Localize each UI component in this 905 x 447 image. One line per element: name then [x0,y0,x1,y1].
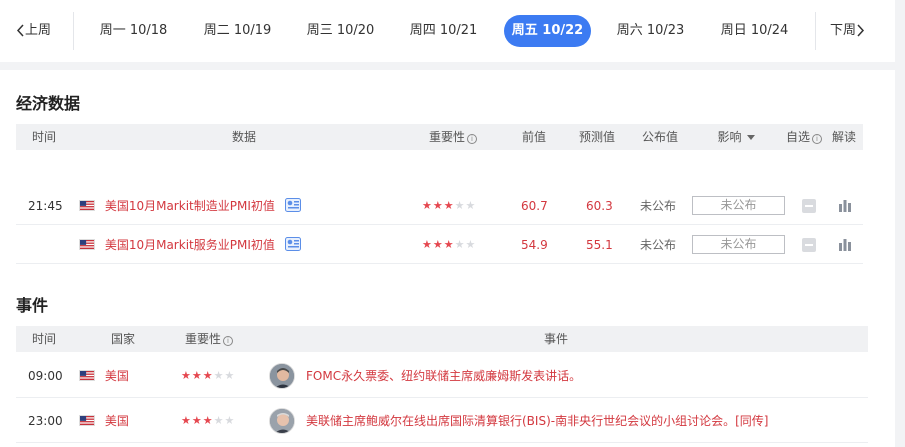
next-week-label: 下周 [830,23,857,38]
col-importance: 重要性 i [418,124,488,150]
col-data: 数据 [231,130,256,144]
info-icon[interactable]: i [812,134,822,144]
col-watch-label: 自选 [785,130,810,144]
calendar-panel: 经济数据 时间 数据 重要性 i 前值 预测值 公布值 影响 自选 i 解读 21:… [0,70,895,447]
bar-chart-icon[interactable] [838,198,852,212]
day-tab-sun[interactable]: 周日 10/24 [711,15,798,47]
econ-name-cell: 美国10月Markit制造业PMI初值 [79,187,301,225]
col-watch: 自选 i [784,124,824,150]
col-forecast: 预测值 [578,130,615,144]
day-tab-mon[interactable]: 周一 10/18 [90,15,177,47]
col-impact-label: 影响 [717,130,742,144]
col-impact[interactable]: 影响 [706,124,766,150]
col-country: 国家 [110,332,135,346]
econ-indicator-link[interactable]: 美国10月Markit制造业PMI初值 [105,199,275,213]
day-tab-thu[interactable]: 周四 10/21 [400,15,487,47]
info-icon[interactable]: i [467,134,477,144]
info-icon[interactable]: i [223,336,233,346]
col-event: 事件 [543,332,568,346]
watch-toggle-button[interactable] [802,238,816,252]
event-time: 09:00 [28,369,63,383]
us-flag-icon [79,239,95,250]
col-actual: 公布值 [641,130,678,144]
importance-stars: ★★★★★ [422,238,477,251]
econ-forecast: 55.1 [586,238,613,252]
econ-indicator-link[interactable]: 美国10月Markit服务业PMI初值 [105,238,275,252]
col-importance-label: 重要性 [184,332,221,346]
event-text-link[interactable]: 美联储主席鲍威尔在线出席国际清算银行(BIS)-南非央行世纪会议的小组讨论会。[… [306,399,768,443]
report-doc-icon[interactable] [284,237,301,251]
col-time: 时间 [31,332,56,346]
caret-down-icon [746,135,755,140]
econ-forecast: 60.3 [586,199,613,213]
importance-stars: ★★★★★ [181,414,236,427]
day-tab-tue[interactable]: 周二 10/19 [194,15,281,47]
nav-divider [73,12,74,50]
day-tab-sat[interactable]: 周六 10/23 [607,15,694,47]
us-flag-icon [79,200,95,211]
day-tab-wed[interactable]: 周三 10/20 [297,15,384,47]
nav-divider [815,12,816,50]
speaker-avatar [269,363,295,389]
event-country: 美国 [104,414,129,428]
prev-week-button[interactable]: 上周 [16,18,51,44]
impact-box: 未公布 [692,196,785,215]
day-tab-fri[interactable]: 周五 10/22 [504,15,591,47]
econ-row: 21:45 美国10月Markit制造业PMI初值 ★★★★★ 60.7 60.… [16,187,863,225]
events-table-header: 时间 国家 重要性 i 事件 [16,326,868,352]
watch-toggle-button[interactable] [802,199,816,213]
event-country-cell: 美国 [79,399,129,443]
event-row: 09:00 美国 ★★★★★ FOMC永久票委、纽约联储主席威廉姆斯发表讲话。 [16,354,868,398]
bar-chart-icon[interactable] [838,237,852,251]
econ-section-title: 经济数据 [16,94,81,113]
col-importance: 重要性 i [178,326,240,352]
events-section-title: 事件 [16,296,49,315]
econ-previous: 54.9 [521,238,548,252]
econ-previous: 60.7 [521,199,548,213]
event-country: 美国 [104,369,129,383]
econ-table-header: 时间 数据 重要性 i 前值 预测值 公布值 影响 自选 i 解读 [16,124,863,150]
econ-row: 美国10月Markit服务业PMI初值 ★★★★★ 54.9 55.1 未公布 … [16,226,863,264]
chevron-right-icon [857,24,865,37]
event-country-cell: 美国 [79,354,129,398]
col-interpret: 解读 [831,130,856,144]
impact-box: 未公布 [692,235,785,254]
event-row: 23:00 美国 ★★★★★ 美联储主席鲍威尔在线出席国际清算银行(BIS)-南… [16,399,868,443]
econ-name-cell: 美国10月Markit服务业PMI初值 [79,226,301,264]
report-doc-icon[interactable] [284,198,301,212]
col-importance-label: 重要性 [428,130,465,144]
prev-week-label: 上周 [25,23,52,38]
col-previous: 前值 [521,130,546,144]
chevron-left-icon [16,24,24,37]
importance-stars: ★★★★★ [422,199,477,212]
event-text-link[interactable]: FOMC永久票委、纽约联储主席威廉姆斯发表讲话。 [306,354,581,398]
event-time: 23:00 [28,414,63,428]
us-flag-icon [79,415,95,426]
speaker-avatar [269,408,295,434]
day-navigation-bar: 上周 周一 10/18 周二 10/19 周三 10/20 周四 10/21 周… [0,0,895,62]
econ-actual: 未公布 [640,238,677,252]
us-flag-icon [79,370,95,381]
importance-stars: ★★★★★ [181,369,236,382]
col-time: 时间 [31,130,56,144]
next-week-button[interactable]: 下周 [830,18,865,44]
econ-time: 21:45 [28,199,63,213]
econ-actual: 未公布 [640,199,677,213]
